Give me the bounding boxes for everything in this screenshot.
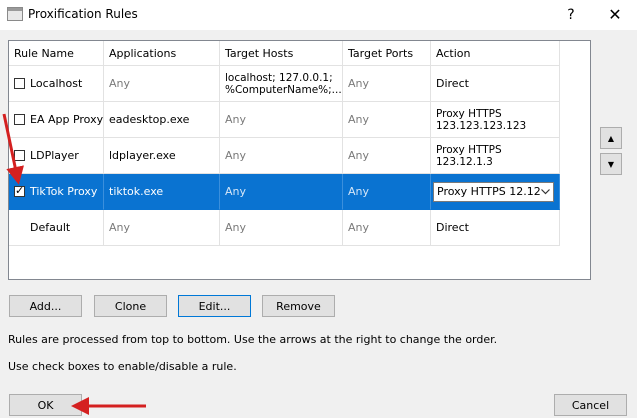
checkbox-hint: Use check boxes to enable/disable a rule… <box>8 360 237 373</box>
rule-target-hosts: Any <box>220 102 343 138</box>
rule-target-hosts: localhost; 127.0.0.1; %ComputerName%;... <box>220 66 343 102</box>
rule-name: LDPlayer <box>30 149 79 162</box>
rule-name: Localhost <box>30 77 83 90</box>
column-header-target-ports[interactable]: Target Ports <box>343 41 431 66</box>
edit-rule-button[interactable]: Edit... <box>178 295 251 317</box>
chevron-down-icon[interactable] <box>537 183 553 201</box>
rule-target-ports: Any <box>343 66 431 102</box>
rule-name: TikTok Proxy <box>30 185 98 198</box>
rule-target-hosts: Any <box>220 210 343 246</box>
rule-name: EA App Proxy <box>30 113 104 126</box>
rule-action: Direct <box>431 66 560 102</box>
rule-name-cell: Localhost <box>9 66 104 102</box>
window-title: Proxification Rules <box>28 7 138 21</box>
rule-target-ports: Any <box>343 210 431 246</box>
rule-enable-checkbox[interactable] <box>14 114 25 125</box>
rule-enable-checkbox-checked[interactable] <box>14 184 25 197</box>
rule-action: Direct <box>431 210 560 246</box>
cancel-button[interactable]: Cancel <box>554 394 627 416</box>
rule-target-ports: Any <box>343 174 431 210</box>
rule-applications: Any <box>104 210 220 246</box>
rule-action: Proxy HTTPS 123.123.123.123 <box>431 102 560 138</box>
rule-name-cell: TikTok Proxy <box>9 174 104 210</box>
table-row[interactable]: Localhost Any localhost; 127.0.0.1; %Com… <box>9 66 560 102</box>
rule-applications: Any <box>104 66 220 102</box>
column-header-target-hosts[interactable]: Target Hosts <box>220 41 343 66</box>
rule-name-cell: Default <box>9 210 104 246</box>
add-rule-button[interactable]: Add... <box>9 295 82 317</box>
rule-applications: tiktok.exe <box>104 174 220 210</box>
table-row-selected[interactable]: TikTok Proxy tiktok.exe Any Any Proxy HT… <box>9 174 560 210</box>
rule-name-cell: EA App Proxy <box>9 102 104 138</box>
move-rule-up-button[interactable]: ▲ <box>600 127 622 149</box>
remove-rule-button[interactable]: Remove <box>262 295 335 317</box>
rule-target-ports: Any <box>343 102 431 138</box>
rule-enable-checkbox[interactable] <box>14 78 25 89</box>
column-header-action[interactable]: Action <box>431 41 560 66</box>
window-app-icon <box>7 7 23 21</box>
rule-enable-checkbox[interactable] <box>14 150 25 161</box>
action-dropdown[interactable]: Proxy HTTPS 12.123. <box>433 181 554 202</box>
rule-action-cell: Proxy HTTPS 12.123. <box>431 174 560 210</box>
action-dropdown-value: Proxy HTTPS 12.123. <box>437 185 541 198</box>
rule-target-hosts: Any <box>220 174 343 210</box>
rules-table[interactable]: Rule Name Applications Target Hosts Targ… <box>8 40 591 280</box>
rule-action: Proxy HTTPS 123.12.1.3 <box>431 138 560 174</box>
rule-target-hosts: Any <box>220 138 343 174</box>
table-row[interactable]: LDPlayer ldplayer.exe Any Any Proxy HTTP… <box>9 138 560 174</box>
rule-target-ports: Any <box>343 138 431 174</box>
ok-button[interactable]: OK <box>9 394 82 416</box>
move-rule-down-button[interactable]: ▼ <box>600 153 622 175</box>
table-row[interactable]: EA App Proxy eadesktop.exe Any Any Proxy… <box>9 102 560 138</box>
triangle-up-icon: ▲ <box>607 133 615 143</box>
rule-name-cell: LDPlayer <box>9 138 104 174</box>
rule-applications: ldplayer.exe <box>104 138 220 174</box>
rule-applications: eadesktop.exe <box>104 102 220 138</box>
close-button[interactable]: ✕ <box>592 2 637 28</box>
triangle-down-icon: ▼ <box>607 159 615 169</box>
rule-order-hint: Rules are processed from top to bottom. … <box>8 333 498 346</box>
table-row[interactable]: Default Any Any Any Direct <box>9 210 560 246</box>
column-header-rule-name[interactable]: Rule Name <box>9 41 104 66</box>
dialog-client-area: Rule Name Applications Target Hosts Targ… <box>0 30 637 418</box>
rule-name: Default <box>30 221 71 234</box>
help-button[interactable]: ? <box>548 2 594 28</box>
clone-rule-button[interactable]: Clone <box>94 295 167 317</box>
column-header-applications[interactable]: Applications <box>104 41 220 66</box>
table-header-row: Rule Name Applications Target Hosts Targ… <box>9 41 560 66</box>
title-bar: Proxification Rules ? ✕ <box>0 0 637 30</box>
